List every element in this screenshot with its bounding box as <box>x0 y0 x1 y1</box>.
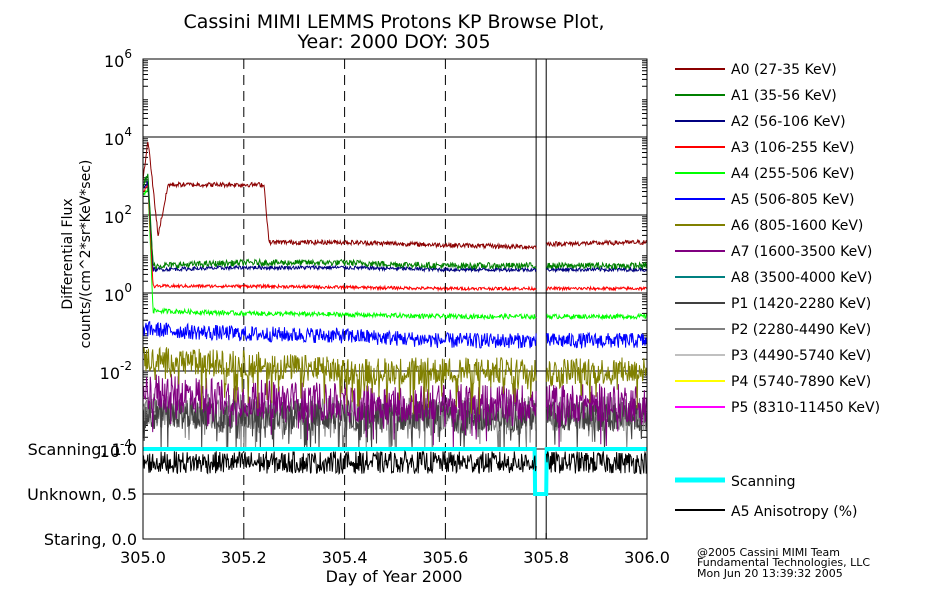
legend-label: A5 (506-805 KeV) <box>731 192 854 208</box>
x-tick-label: 305.2 <box>221 548 267 567</box>
y-axis-label-line1: Differential Flux <box>60 198 76 309</box>
x-axis-label: Day of Year 2000 <box>326 567 463 586</box>
y-tick-label: 100 <box>104 281 132 305</box>
series-line <box>142 173 648 271</box>
y-axis-label-line2: counts/(cm^2*sr*KeV*sec) <box>78 160 94 349</box>
legend-label: A3 (106-255 KeV) <box>731 140 854 156</box>
legend-label: P1 (1420-2280 KeV) <box>731 296 871 312</box>
chart-title-line1: Cassini MIMI LEMMS Protons KP Browse Plo… <box>183 11 604 33</box>
state-tick-label: Staring, 0.0 <box>44 530 137 549</box>
legend-label: P3 (4490-5740 KeV) <box>731 348 871 364</box>
credit-line-3: Mon Jun 20 13:39:32 2005 <box>697 567 843 580</box>
legend-label: A6 (805-1600 KeV) <box>731 218 863 234</box>
y-tick-label: 10-2 <box>100 359 132 383</box>
chart-canvas: Cassini MIMI LEMMS Protons KP Browse Plo… <box>27 11 880 586</box>
legend-label: P4 (5740-7890 KeV) <box>731 374 871 390</box>
x-tick-label: 305.0 <box>120 548 166 567</box>
state-tick-label: Scanning, 1.0 <box>28 440 137 459</box>
legend-label: A1 (35-56 KeV) <box>731 88 837 104</box>
y-tick-label: 102 <box>104 203 132 227</box>
legend-label: Scanning <box>731 474 796 490</box>
y-tick-label: 106 <box>104 47 132 71</box>
series-line <box>142 141 648 251</box>
legend: A0 (27-35 KeV) A1 (35-56 KeV) A2 (56-106 K… <box>675 62 880 520</box>
series-line <box>142 183 648 292</box>
series-line <box>142 320 648 349</box>
series-line <box>142 179 648 274</box>
state-tick-label: Unknown, 0.5 <box>27 485 137 504</box>
series-line <box>142 187 648 321</box>
legend-label: P2 (2280-4490 KeV) <box>731 322 871 338</box>
legend-label: P5 (8310-11450 KeV) <box>731 400 880 416</box>
x-tick-label: 305.4 <box>322 548 368 567</box>
legend-label: A5 Anisotropy (%) <box>731 504 858 520</box>
plot-layer: 10610410210010-210-4Scanning, 1.0Unknown… <box>27 47 670 567</box>
x-tick-label: 305.6 <box>422 548 468 567</box>
x-tick-label: 305.8 <box>523 548 569 567</box>
legend-label: A7 (1600-3500 KeV) <box>731 244 872 260</box>
legend-label: A2 (56-106 KeV) <box>731 114 846 130</box>
y-tick-label: 104 <box>104 125 132 149</box>
chart-title-line2: Year: 2000 DOY: 305 <box>296 31 490 53</box>
legend-label: A0 (27-35 KeV) <box>731 62 837 78</box>
legend-label: A8 (3500-4000 KeV) <box>731 270 872 286</box>
anisotropy-line <box>142 450 648 476</box>
x-tick-label: 306.0 <box>624 548 670 567</box>
legend-label: A4 (255-506 KeV) <box>731 166 854 182</box>
